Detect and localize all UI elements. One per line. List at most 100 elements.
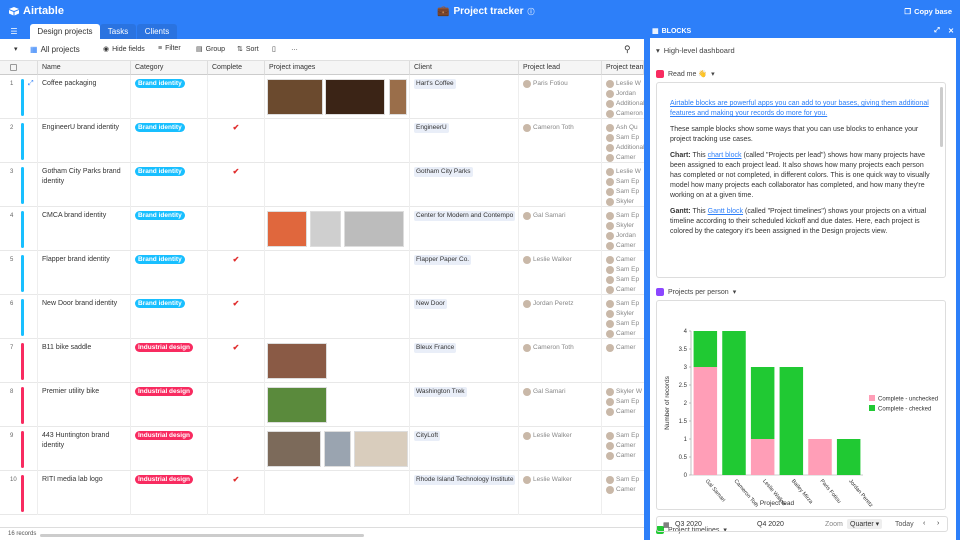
client-link[interactable]: Rhode Island Technology Institute — [414, 475, 516, 485]
name-cell[interactable]: RITI media lab logo — [38, 471, 131, 515]
team-cell[interactable]: Camer Sam Ep Sam Ep Camer — [602, 251, 644, 295]
airtable-logo[interactable]: Airtable — [8, 5, 64, 17]
team-member[interactable]: Skyler W — [606, 387, 642, 397]
tab-design-projects[interactable]: Design projects — [30, 24, 100, 39]
lead-person[interactable]: Cameron Toth — [523, 123, 597, 133]
row-number-cell[interactable]: 3 — [0, 163, 38, 207]
client-link[interactable]: EngineerU — [414, 123, 449, 133]
team-cell[interactable]: Leslie W Jordan Additional Cameron — [602, 75, 644, 119]
client-link[interactable]: New Door — [414, 299, 447, 309]
tab-tasks[interactable]: Tasks — [100, 24, 136, 39]
name-cell[interactable]: B11 bike saddle — [38, 339, 131, 383]
row-number-cell[interactable]: 1 ⤢ — [0, 75, 38, 119]
chevron-right-icon[interactable]: › — [937, 520, 939, 527]
readme-intro-link[interactable]: Airtable blocks are powerful apps you ca… — [670, 100, 929, 117]
images-cell[interactable] — [265, 339, 410, 383]
lead-cell[interactable]: Gal Samari — [519, 383, 602, 427]
client-cell[interactable]: EngineerU — [410, 119, 519, 163]
client-cell[interactable]: Hart's Coffee — [410, 75, 519, 119]
base-title[interactable]: 💼 Project tracker ⓘ — [437, 6, 535, 17]
info-icon[interactable]: ⓘ — [528, 7, 535, 17]
name-cell[interactable]: 443 Huntington brand identity — [38, 427, 131, 471]
category-cell[interactable]: Industrial design — [131, 339, 208, 383]
team-cell[interactable]: Sam Ep Camer — [602, 471, 644, 515]
project-image-thumbnail[interactable] — [324, 431, 351, 467]
team-member[interactable]: Camer — [606, 451, 640, 461]
images-cell[interactable] — [265, 75, 410, 119]
client-cell[interactable]: Center for Modern and Contempo — [410, 207, 519, 251]
table-row[interactable]: 9 443 Huntington brand identity Industrial… — [0, 427, 644, 471]
fullscreen-icon[interactable]: ⤢ — [934, 27, 940, 35]
team-member[interactable]: Camer — [606, 255, 640, 265]
table-row[interactable]: 10 RITI media lab logo Industrial design ✔ R… — [0, 471, 644, 515]
table-row[interactable]: 2 EngineerU brand identity Brand identity ✔… — [0, 119, 644, 163]
select-all-checkbox[interactable] — [0, 61, 38, 75]
team-member[interactable]: Sam Ep — [606, 275, 640, 285]
images-cell[interactable] — [265, 383, 410, 427]
horizontal-scrollbar[interactable] — [40, 534, 364, 537]
team-cell[interactable]: Sam Ep Camer Camer — [602, 427, 644, 471]
team-cell[interactable]: Sam Ep Skyler Jordan Camer — [602, 207, 644, 251]
project-image-thumbnail[interactable] — [267, 79, 323, 115]
row-number-cell[interactable]: 10 — [0, 471, 38, 515]
lead-cell[interactable] — [519, 163, 602, 207]
client-cell[interactable]: CityLoft — [410, 427, 519, 471]
name-cell[interactable]: EngineerU brand identity — [38, 119, 131, 163]
complete-cell[interactable]: ✔ — [208, 251, 265, 295]
lead-cell[interactable]: Jordan Peretz — [519, 295, 602, 339]
category-cell[interactable]: Brand identity — [131, 207, 208, 251]
column-header-team[interactable]: Project team — [602, 61, 644, 75]
lead-person[interactable]: Cameron Toth — [523, 343, 597, 353]
complete-cell[interactable]: ✔ — [208, 339, 265, 383]
lead-cell[interactable]: Cameron Toth — [519, 119, 602, 163]
expand-record-icon[interactable]: ⤢ — [28, 79, 34, 89]
project-image-thumbnail[interactable] — [310, 211, 341, 247]
team-member[interactable]: Jordan — [606, 89, 640, 99]
images-cell[interactable] — [265, 163, 410, 207]
category-cell[interactable]: Brand identity — [131, 295, 208, 339]
team-member[interactable]: Sam Ep — [606, 319, 640, 329]
team-member[interactable]: Sam Ep — [606, 187, 640, 197]
column-header-category[interactable]: Category — [131, 61, 208, 75]
images-cell[interactable] — [265, 119, 410, 163]
gantt-block-link[interactable]: Gantt block — [708, 208, 743, 215]
team-member[interactable]: Sam Ep — [606, 211, 640, 221]
team-member[interactable]: Skyler — [606, 197, 640, 207]
row-number-cell[interactable]: 9 — [0, 427, 38, 471]
lead-cell[interactable]: Cameron Toth — [519, 339, 602, 383]
team-member[interactable]: Additional — [606, 99, 644, 109]
team-member[interactable]: Sam Ep — [606, 431, 640, 441]
project-image-thumbnail[interactable] — [267, 343, 327, 379]
table-row[interactable]: 7 B11 bike saddle Industrial design ✔ Bleux … — [0, 339, 644, 383]
complete-cell[interactable] — [208, 427, 265, 471]
chart-block-title[interactable]: Projects per person ▾ — [656, 288, 736, 296]
category-cell[interactable]: Industrial design — [131, 383, 208, 427]
team-member[interactable]: Jordan — [606, 231, 640, 241]
lead-person[interactable]: Gal Samari — [523, 211, 597, 221]
copy-base-button[interactable]: ❐ Copy base — [904, 7, 952, 16]
name-cell[interactable]: Flapper brand identity — [38, 251, 131, 295]
view-switcher-chevron-icon[interactable]: ▾ — [14, 45, 18, 53]
team-member[interactable]: Sam Ep — [606, 265, 640, 275]
today-button[interactable]: Today — [895, 521, 914, 528]
team-member[interactable]: Sam Ep — [606, 299, 640, 309]
category-cell[interactable]: Brand identity — [131, 75, 208, 119]
client-link[interactable]: Washington Trek — [414, 387, 467, 397]
category-cell[interactable]: Brand identity — [131, 119, 208, 163]
column-header-images[interactable]: Project images — [265, 61, 410, 75]
project-image-thumbnail[interactable] — [267, 387, 327, 423]
category-cell[interactable]: Industrial design — [131, 471, 208, 515]
sort-button[interactable]: ⇅ Sort — [237, 45, 259, 54]
project-image-thumbnail[interactable] — [344, 211, 404, 247]
hide-fields-button[interactable]: ◉ Hide fields — [103, 45, 145, 54]
lead-cell[interactable]: Gal Samari — [519, 207, 602, 251]
team-cell[interactable]: Sam Ep Skyler Sam Ep Camer — [602, 295, 644, 339]
lead-cell[interactable]: Leslie Walker — [519, 251, 602, 295]
team-member[interactable]: Additional — [606, 143, 644, 153]
client-link[interactable]: Hart's Coffee — [414, 79, 456, 89]
team-member[interactable]: Camer — [606, 441, 640, 451]
team-member[interactable]: Camer — [606, 153, 640, 163]
team-member[interactable]: Camer — [606, 407, 640, 417]
images-cell[interactable] — [265, 251, 410, 295]
name-cell[interactable]: CMCA brand identity — [38, 207, 131, 251]
